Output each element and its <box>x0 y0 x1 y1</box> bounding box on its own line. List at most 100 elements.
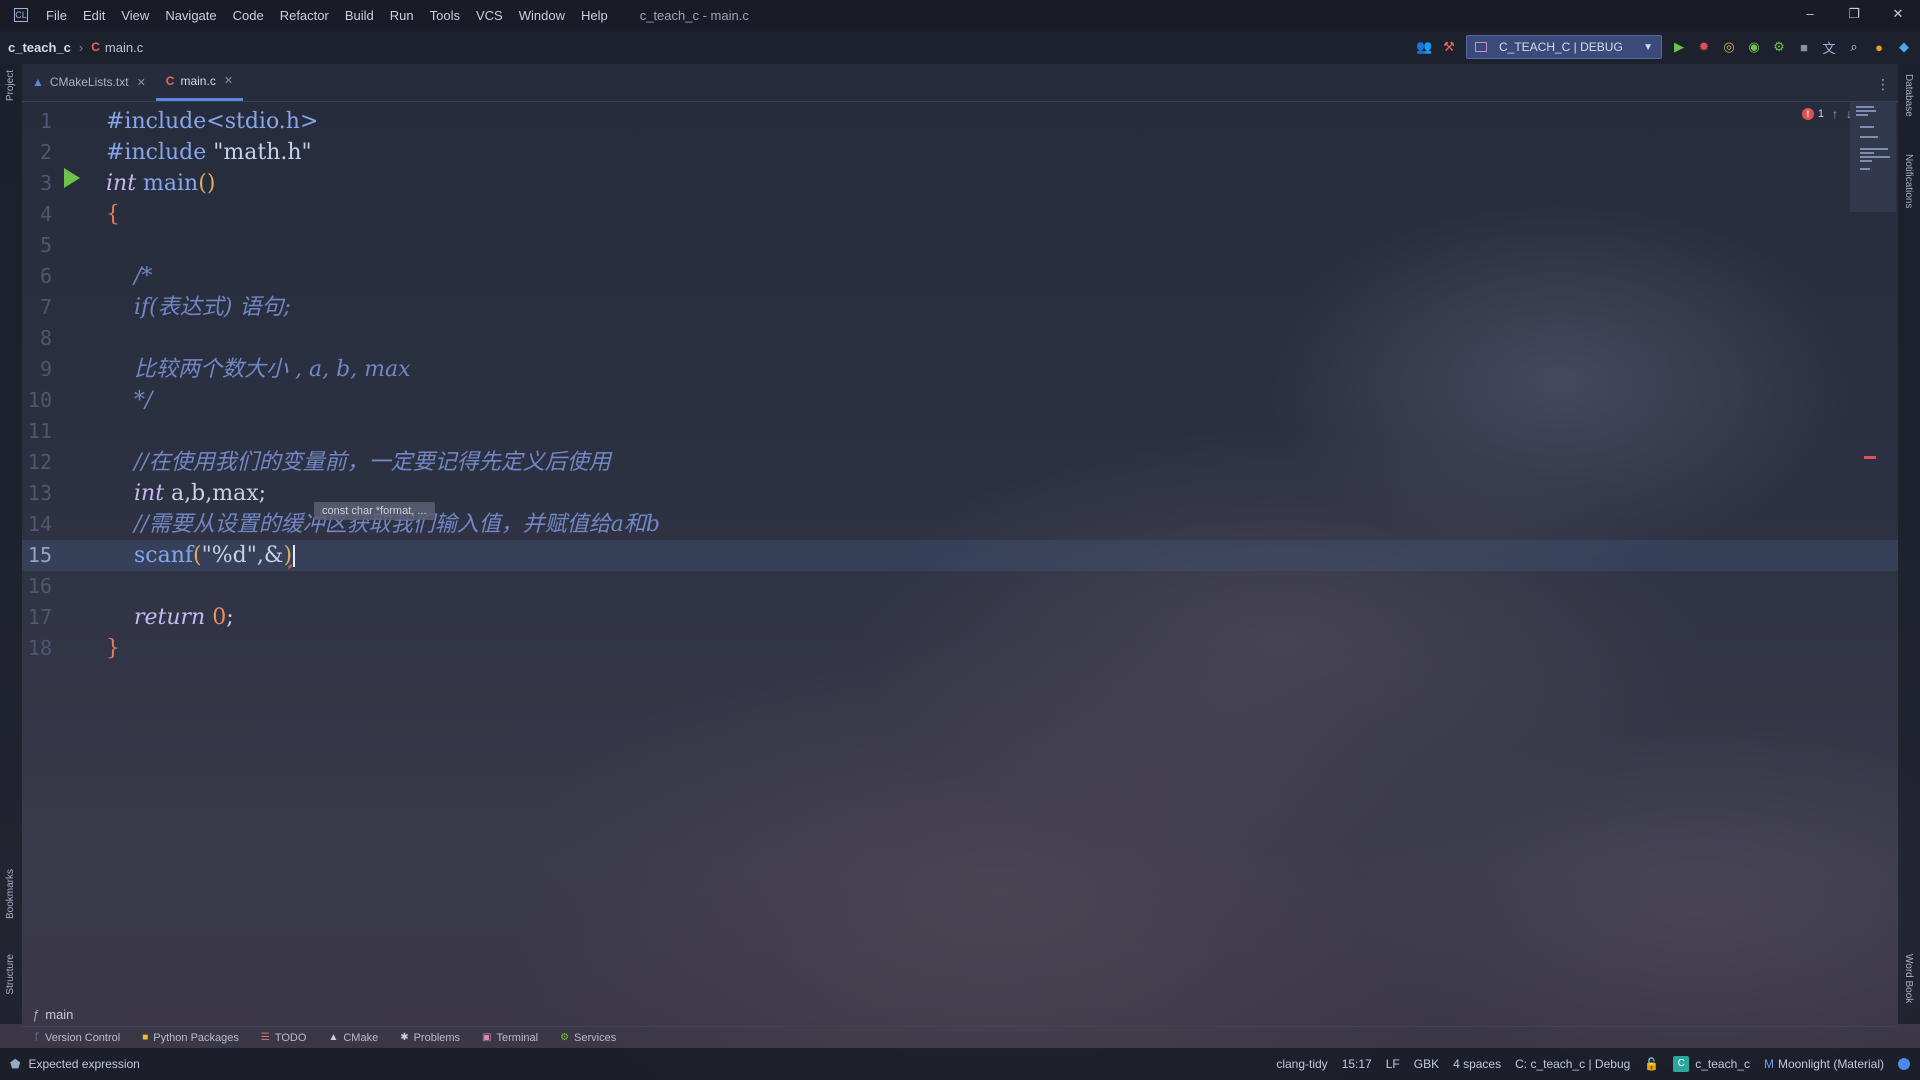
code-line-1: #include<stdio.h> <box>106 106 1898 137</box>
menu-run[interactable]: Run <box>382 8 422 23</box>
run-icon[interactable]: ▶ <box>1671 39 1687 55</box>
resolve-context-widget[interactable]: C: c_teach_c | Debug <box>1515 1057 1630 1071</box>
menu-vcs[interactable]: VCS <box>468 8 511 23</box>
error-stripe-mark[interactable] <box>1864 456 1876 459</box>
menu-build[interactable]: Build <box>337 8 382 23</box>
keyword: int <box>106 171 137 196</box>
bookmarks-tool-button[interactable]: Bookmarks <box>5 869 16 919</box>
paren-open: ( <box>193 543 202 568</box>
tab-label: CMakeLists.txt <box>49 75 129 89</box>
menu-navigate[interactable]: Navigate <box>157 8 224 23</box>
left-tool-strip: Project Bookmarks Structure <box>0 64 22 1024</box>
notification-icon[interactable] <box>1898 1058 1910 1070</box>
encoding-widget[interactable]: GBK <box>1414 1057 1439 1071</box>
project-tool-button[interactable]: Project <box>5 70 16 101</box>
line-number: 18 <box>27 636 52 660</box>
minimap-line <box>1856 114 1868 116</box>
users-icon[interactable]: 👥 <box>1416 39 1432 55</box>
window-title: c_teach_c - main.c <box>639 7 749 23</box>
indent-widget[interactable]: 4 spaces <box>1453 1057 1501 1071</box>
ide-logo-icon[interactable]: ◆ <box>1896 39 1912 55</box>
function-name: main <box>143 171 199 196</box>
warning-icon: ⬟ <box>10 1057 21 1071</box>
python-packages-tool-button[interactable]: ■ Python Packages <box>142 1032 239 1044</box>
tab-cmakelists[interactable]: ▲ CMakeLists.txt ✕ <box>22 63 156 101</box>
updates-icon[interactable]: ● <box>1871 40 1887 55</box>
menu-bar: CL File Edit View Navigate Code Refactor… <box>0 0 1920 30</box>
maximize-button[interactable]: ❐ <box>1832 0 1876 30</box>
hammer-icon[interactable]: ⚒ <box>1441 39 1457 55</box>
line-number: 2 <box>39 140 52 164</box>
status-bar: ⬟ Expected expression clang-tidy 15:17 L… <box>0 1048 1920 1080</box>
variable-declaration: a,b,max; <box>164 481 267 506</box>
line-separator-widget[interactable]: LF <box>1386 1057 1400 1071</box>
close-icon[interactable]: ✕ <box>224 74 233 87</box>
theme-label: Moonlight (Material) <box>1777 1057 1884 1071</box>
problems-tool-button[interactable]: ✱ Problems <box>400 1032 460 1044</box>
function-call: scanf <box>133 543 194 568</box>
breadcrumb-file[interactable]: main.c <box>105 40 143 55</box>
more-icon[interactable]: ⋮ <box>1876 76 1890 93</box>
line-number: 16 <box>27 574 52 598</box>
close-window-button[interactable]: ✕ <box>1876 0 1920 30</box>
right-tool-strip: Database Notifications Word Book <box>1898 64 1920 1024</box>
version-control-tool-button[interactable]: ᚴ Version Control <box>34 1032 120 1044</box>
lock-icon[interactable]: 🔓 <box>1644 1057 1659 1071</box>
parentheses: () <box>198 171 216 196</box>
notifications-tool-button[interactable]: Notifications <box>1903 154 1914 208</box>
tool-button-label: TODO <box>274 1031 307 1044</box>
brace: { <box>106 202 120 227</box>
clang-tidy-widget[interactable]: clang-tidy <box>1276 1057 1327 1071</box>
line-number: 8 <box>39 326 52 350</box>
caret-position-widget[interactable]: 15:17 <box>1342 1057 1372 1071</box>
menu-help[interactable]: Help <box>573 8 616 23</box>
inspection-widget[interactable]: ! 1 ↑ ↓ <box>1801 107 1852 121</box>
run-configuration-select[interactable]: C_TEACH_C | DEBUG ▼ <box>1466 35 1662 59</box>
stop-icon[interactable]: ■ <box>1796 40 1812 55</box>
translate-icon[interactable]: 文 <box>1821 38 1837 57</box>
todo-tool-button[interactable]: ☰ TODO <box>261 1032 307 1044</box>
line-number: 7 <box>39 295 52 319</box>
function-breadcrumb[interactable]: ƒ main <box>22 1002 1898 1026</box>
run-icon[interactable] <box>64 168 80 188</box>
arrow-up-icon[interactable]: ↑ <box>1832 107 1838 121</box>
profile-icon[interactable]: ◎ <box>1721 39 1737 55</box>
search-icon[interactable]: ⌕ <box>1846 39 1862 55</box>
structure-tool-button[interactable]: Structure <box>5 954 16 995</box>
status-message[interactable]: ⬟ Expected expression <box>10 1057 140 1071</box>
code-editor[interactable]: 1 2 3 4 5 6 7 8 9 10 11 12 13 14 15 16 1… <box>22 102 1898 1002</box>
keyword: return <box>133 605 206 630</box>
theme-widget[interactable]: M Moonlight (Material) <box>1764 1057 1884 1071</box>
menu-view[interactable]: View <box>113 8 157 23</box>
tool-button-label: Problems <box>413 1031 461 1044</box>
attach-debugger-icon[interactable]: ⚙ <box>1771 39 1787 55</box>
menu-refactor[interactable]: Refactor <box>272 8 337 23</box>
cmake-tool-button[interactable]: ▲ CMake <box>328 1032 378 1044</box>
code-minimap[interactable] <box>1850 102 1896 212</box>
menu-tools[interactable]: Tools <box>422 8 468 23</box>
terminal-tool-button[interactable]: ▣ Terminal <box>482 1032 538 1044</box>
tab-label: main.c <box>180 73 216 88</box>
tab-main-c[interactable]: C main.c ✕ <box>155 63 244 101</box>
breadcrumb-project[interactable]: c_teach_c <box>8 40 71 55</box>
code-line-18: } <box>106 633 1898 664</box>
minimap-line <box>1860 156 1890 158</box>
menu-file[interactable]: File <box>38 8 75 23</box>
menu-code[interactable]: Code <box>225 8 272 23</box>
line-number: 1 <box>39 109 52 133</box>
coverage-icon[interactable]: ◉ <box>1746 39 1762 55</box>
menu-edit[interactable]: Edit <box>75 8 113 23</box>
wordbook-tool-button[interactable]: Word Book <box>1903 954 1914 1003</box>
code-line-7: if(表达式) 语句; <box>106 292 1898 323</box>
database-tool-button[interactable]: Database <box>1903 74 1914 117</box>
debug-icon[interactable]: ✹ <box>1696 39 1712 55</box>
code-line-9: 比较两个数大小 , a, b, max <box>106 354 1898 385</box>
project-widget[interactable]: c_teach_c <box>1695 1057 1750 1071</box>
menu-window[interactable]: Window <box>511 8 573 23</box>
line-number: 13 <box>27 481 52 505</box>
close-icon[interactable]: ✕ <box>137 76 146 89</box>
status-widgets: clang-tidy 15:17 LF GBK 4 spaces C: c_te… <box>1276 1048 1910 1080</box>
services-tool-button[interactable]: ⚙ Services <box>560 1032 616 1044</box>
minimap-line <box>1860 148 1888 150</box>
minimize-button[interactable]: – <box>1788 0 1832 30</box>
